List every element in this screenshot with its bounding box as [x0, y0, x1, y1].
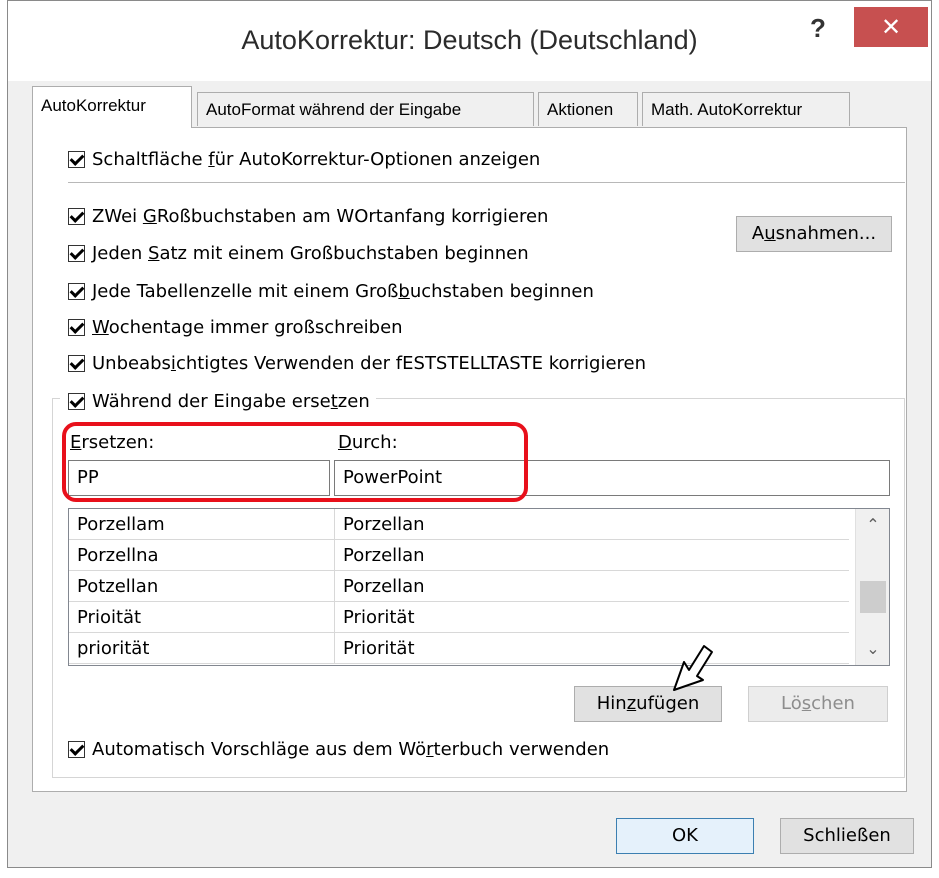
list-cell-with: Porzellan [335, 540, 849, 571]
scrollbar-thumb[interactable] [860, 581, 886, 613]
chevron-down-icon[interactable]: ⌄ [856, 635, 889, 663]
replacement-list[interactable]: Porzellam Porzellan Porzellna Porzellan … [68, 508, 890, 666]
checkbox[interactable] [68, 740, 85, 758]
checkbox[interactable] [68, 354, 85, 372]
list-cell-replace: Porzellna [69, 540, 335, 571]
mouse-cursor-icon [673, 645, 713, 691]
option-label: Automatisch Vorschläge aus dem Wörterbuc… [92, 738, 610, 760]
close-button[interactable]: Schließen [780, 818, 914, 854]
chevron-up-icon[interactable]: ⌃ [856, 511, 889, 539]
list-cell-replace: priorität [69, 633, 335, 664]
list-cell-with: Porzellan [335, 509, 849, 540]
checkbox[interactable] [68, 244, 85, 262]
option-caps-lock[interactable]: Unbeabsichtigtes Verwenden der fESTSTELL… [68, 350, 646, 376]
option-table-cell-caps[interactable]: Jede Tabellenzelle mit einem Großbuchsta… [68, 278, 594, 304]
option-label: Wochentage immer großschreiben [92, 316, 403, 338]
separator [68, 182, 905, 183]
tab-math-autokorrektur[interactable]: Math. AutoKorrektur [642, 92, 850, 126]
highlight-annotation [62, 422, 528, 502]
option-label: ZWei GRoßbuchstaben am WOrtanfang korrig… [92, 205, 549, 227]
option-label: Jeden Satz mit einem Großbuchstaben begi… [92, 242, 529, 264]
option-weekday-caps[interactable]: Wochentage immer großschreiben [68, 314, 403, 340]
option-label: Jede Tabellenzelle mit einem Großbuchsta… [92, 280, 594, 302]
option-replace-while-typing[interactable]: Während der Eingabe ersetzen [60, 388, 376, 414]
tab-autoformat[interactable]: AutoFormat während der Eingabe [197, 92, 534, 126]
option-label: Während der Eingabe ersetzen [92, 390, 370, 412]
option-sentence-caps[interactable]: Jeden Satz mit einem Großbuchstaben begi… [68, 240, 529, 266]
list-cell-replace: Prioität [69, 602, 335, 633]
list-cell-with: Priorität [335, 633, 849, 664]
list-item[interactable]: Prioität Priorität [69, 602, 849, 633]
checkbox[interactable] [68, 150, 85, 168]
title-bar: AutoKorrektur: Deutsch (Deutschland) ? ✕ [8, 1, 931, 81]
option-label: Unbeabsichtigtes Verwenden der fESTSTELL… [92, 352, 647, 374]
option-label: Schaltfläche für AutoKorrektur-Optionen … [92, 148, 541, 170]
list-cell-with: Priorität [335, 602, 849, 633]
list-item[interactable]: priorität Priorität [69, 633, 849, 664]
list-item[interactable]: Porzellna Porzellan [69, 540, 849, 571]
option-dictionary-suggestions[interactable]: Automatisch Vorschläge aus dem Wörterbuc… [68, 736, 609, 762]
list-cell-replace: Porzellam [69, 509, 335, 540]
list-scrollbar[interactable]: ⌃ ⌄ [855, 509, 889, 665]
checkbox[interactable] [68, 207, 85, 225]
list-item[interactable]: Porzellam Porzellan [69, 509, 849, 540]
ok-button[interactable]: OK [616, 818, 754, 854]
list-cell-with: Porzellan [335, 571, 849, 602]
dialog-title: AutoKorrektur: Deutsch (Deutschland) [241, 25, 698, 55]
delete-button[interactable]: Löschen [748, 686, 888, 722]
checkbox[interactable] [68, 282, 85, 300]
close-icon: ✕ [880, 13, 902, 41]
checkbox[interactable] [68, 318, 85, 336]
exceptions-button[interactable]: Ausnahmen... [736, 216, 892, 252]
list-cell-replace: Potzellan [69, 571, 335, 602]
tab-autokorrektur[interactable]: AutoKorrektur [32, 86, 192, 128]
option-two-initial-caps[interactable]: ZWei GRoßbuchstaben am WOrtanfang korrig… [68, 203, 548, 229]
help-button[interactable]: ? [798, 13, 838, 47]
tab-aktionen[interactable]: Aktionen [538, 92, 638, 126]
list-item[interactable]: Potzellan Porzellan [69, 571, 849, 602]
option-show-options-buttons[interactable]: Schaltfläche für AutoKorrektur-Optionen … [68, 146, 540, 172]
checkbox[interactable] [68, 392, 85, 410]
close-window-button[interactable]: ✕ [854, 7, 928, 47]
